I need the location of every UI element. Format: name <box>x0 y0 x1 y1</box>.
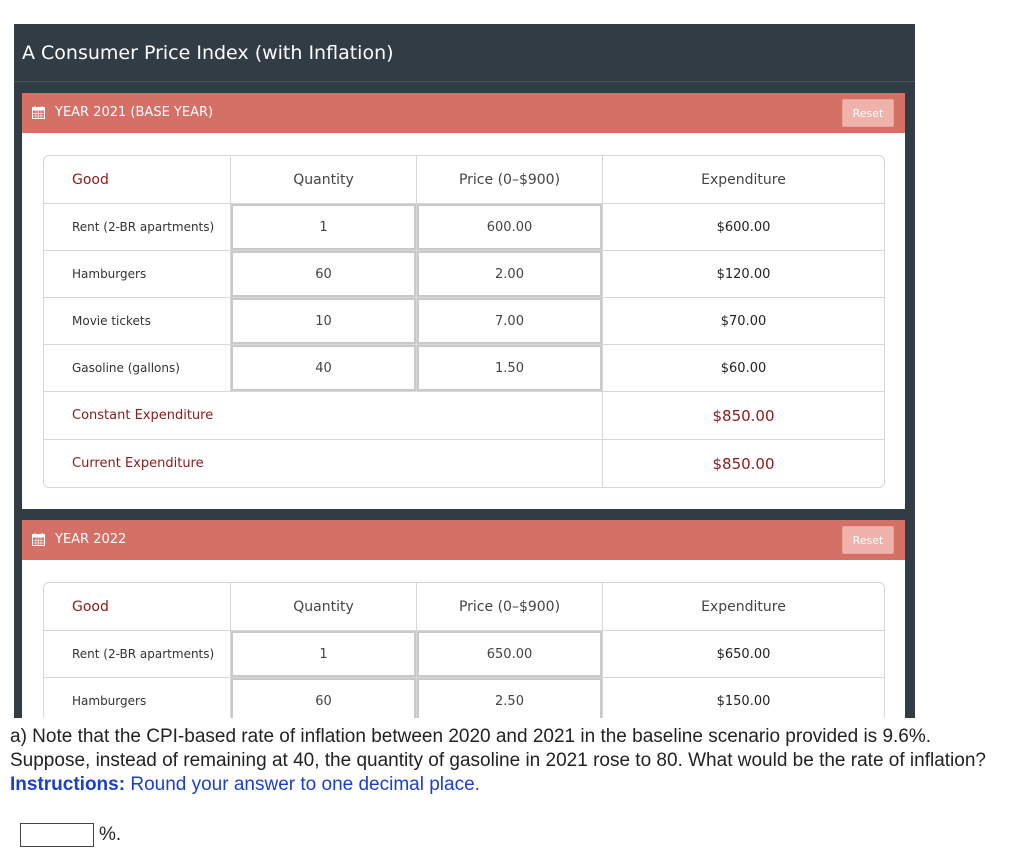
instructions-label: Instructions: <box>10 774 126 795</box>
good-label: Rent (2-BR apartments) <box>72 220 215 234</box>
current-expenditure-row: Current Expenditure $850.00 <box>44 439 884 487</box>
table-header-row: Good Quantity Price (0–$900) Expenditure <box>44 156 884 203</box>
calendar-icon <box>32 533 45 546</box>
reset-button[interactable]: Reset <box>842 526 894 554</box>
table-row: Movie tickets 10 7.00 $70.00 <box>44 297 884 344</box>
quantity-value: 60 <box>315 266 332 282</box>
price-value: 2.50 <box>495 693 524 709</box>
price-value: 2.00 <box>495 266 524 282</box>
panel-header-2021: YEAR 2021 (BASE YEAR) Reset <box>22 93 905 133</box>
header-good: Good <box>72 171 109 188</box>
quantity-value: 10 <box>315 313 332 329</box>
reset-button[interactable]: Reset <box>842 99 894 127</box>
panel-year-2021: YEAR 2021 (BASE YEAR) Reset Good Quantit… <box>22 93 905 509</box>
expenditure-value: $60.00 <box>720 360 767 376</box>
price-value: 7.00 <box>495 313 524 329</box>
price-value: 1.50 <box>495 360 524 376</box>
cpi-app: A Consumer Price Index (with Inflation) … <box>14 24 915 718</box>
quantity-value: 1 <box>319 219 328 235</box>
current-expenditure-value: $850.00 <box>712 454 775 473</box>
table-header-row: Good Quantity Price (0–$900) Expenditure <box>44 583 884 630</box>
expenditure-value: $600.00 <box>716 219 771 235</box>
expenditure-table-2022: Good Quantity Price (0–$900) Expenditure… <box>43 582 885 718</box>
expenditure-value: $650.00 <box>716 646 771 662</box>
expenditure-value: $70.00 <box>720 313 767 329</box>
good-label: Rent (2-BR apartments) <box>72 647 215 661</box>
price-value: 650.00 <box>486 646 533 662</box>
header-expenditure: Expenditure <box>701 171 786 188</box>
good-label: Hamburgers <box>72 267 147 281</box>
instructions-text: Round your answer to one decimal place. <box>130 774 480 795</box>
table-row: Hamburgers 60 2.00 $120.00 <box>44 250 884 297</box>
constant-expenditure-value: $850.00 <box>712 406 775 425</box>
table-row: Rent (2-BR apartments) 1 650.00 $650.00 <box>44 630 884 677</box>
expenditure-table-2021: Good Quantity Price (0–$900) Expenditure… <box>43 155 885 488</box>
quantity-value: 1 <box>319 646 328 662</box>
calendar-icon <box>32 106 45 119</box>
header-expenditure: Expenditure <box>701 598 786 615</box>
header-price: Price (0–$900) <box>458 171 561 188</box>
question-text: a) Note that the CPI-based rate of infla… <box>10 725 1010 797</box>
current-expenditure-label: Current Expenditure <box>72 456 204 471</box>
table-row: Rent (2-BR apartments) 1 600.00 $600.00 <box>44 203 884 250</box>
panel-title: YEAR 2022 <box>55 532 127 547</box>
header-quantity: Quantity <box>293 171 354 188</box>
app-title: A Consumer Price Index (with Inflation) <box>22 42 394 64</box>
good-label: Hamburgers <box>72 694 147 708</box>
header-good: Good <box>72 598 109 615</box>
constant-expenditure-label: Constant Expenditure <box>72 408 214 423</box>
panel-title: YEAR 2021 (BASE YEAR) <box>55 105 214 120</box>
expenditure-value: $150.00 <box>716 693 771 709</box>
title-divider <box>14 81 915 82</box>
price-value: 600.00 <box>486 219 533 235</box>
quantity-value: 60 <box>315 693 332 709</box>
expenditure-value: $120.00 <box>716 266 771 282</box>
header-quantity: Quantity <box>293 598 354 615</box>
question-body: a) Note that the CPI-based rate of infla… <box>10 726 986 771</box>
table-row: Hamburgers 60 2.50 $150.00 <box>44 677 884 718</box>
table-row: Gasoline (gallons) 40 1.50 $60.00 <box>44 344 884 391</box>
panel-year-2022: YEAR 2022 Reset Good Quantity Price (0–$… <box>22 520 905 718</box>
constant-expenditure-row: Constant Expenditure $850.00 <box>44 391 884 439</box>
quantity-value: 40 <box>315 360 332 376</box>
good-label: Movie tickets <box>72 314 151 328</box>
answer-unit-label: %. <box>99 824 122 845</box>
panel-header-2022: YEAR 2022 Reset <box>22 520 905 560</box>
good-label: Gasoline (gallons) <box>72 361 180 375</box>
answer-input[interactable] <box>20 823 94 847</box>
header-price: Price (0–$900) <box>458 598 561 615</box>
